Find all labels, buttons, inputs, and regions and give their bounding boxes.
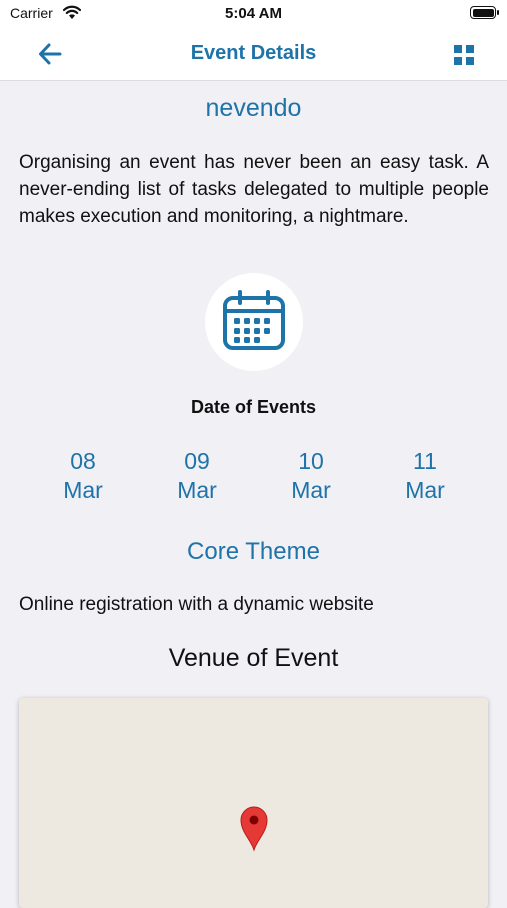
date-month: Mar [291, 477, 331, 503]
status-time: 5:04 AM [225, 5, 282, 22]
nav-bar: Event Details [0, 28, 507, 81]
date-month: Mar [177, 477, 217, 503]
date-day: 09 [184, 448, 210, 474]
core-theme-text: Online registration with a dynamic websi… [19, 594, 374, 615]
venue-map[interactable] [19, 698, 488, 908]
date-day: 11 [413, 448, 437, 474]
grid-menu-button[interactable] [452, 42, 478, 68]
calendar-badge [205, 273, 303, 371]
date-month: Mar [405, 477, 445, 503]
date-month: Mar [63, 477, 103, 503]
date-day: 08 [70, 448, 96, 474]
grid-icon [454, 45, 462, 53]
date-item[interactable]: 09 Mar [157, 447, 237, 505]
date-item[interactable]: 08 Mar [43, 447, 123, 505]
event-description: Organising an event has never been an ea… [19, 152, 489, 227]
venue-heading: Venue of Event [168, 644, 339, 672]
date-item[interactable]: 10 Mar [271, 447, 351, 505]
core-theme-heading: Core Theme [187, 538, 320, 565]
calendar-icon [223, 290, 285, 350]
page-title: Event Details [190, 42, 317, 64]
map-pin-icon [240, 806, 268, 852]
date-day: 10 [298, 448, 324, 474]
date-item[interactable]: 11 Mar [385, 447, 465, 505]
battery-icon [470, 6, 499, 19]
status-bar: Carrier 5:04 AM [0, 0, 507, 28]
organization-name: nevendo [205, 94, 302, 122]
date-heading: Date of Events [190, 397, 317, 417]
